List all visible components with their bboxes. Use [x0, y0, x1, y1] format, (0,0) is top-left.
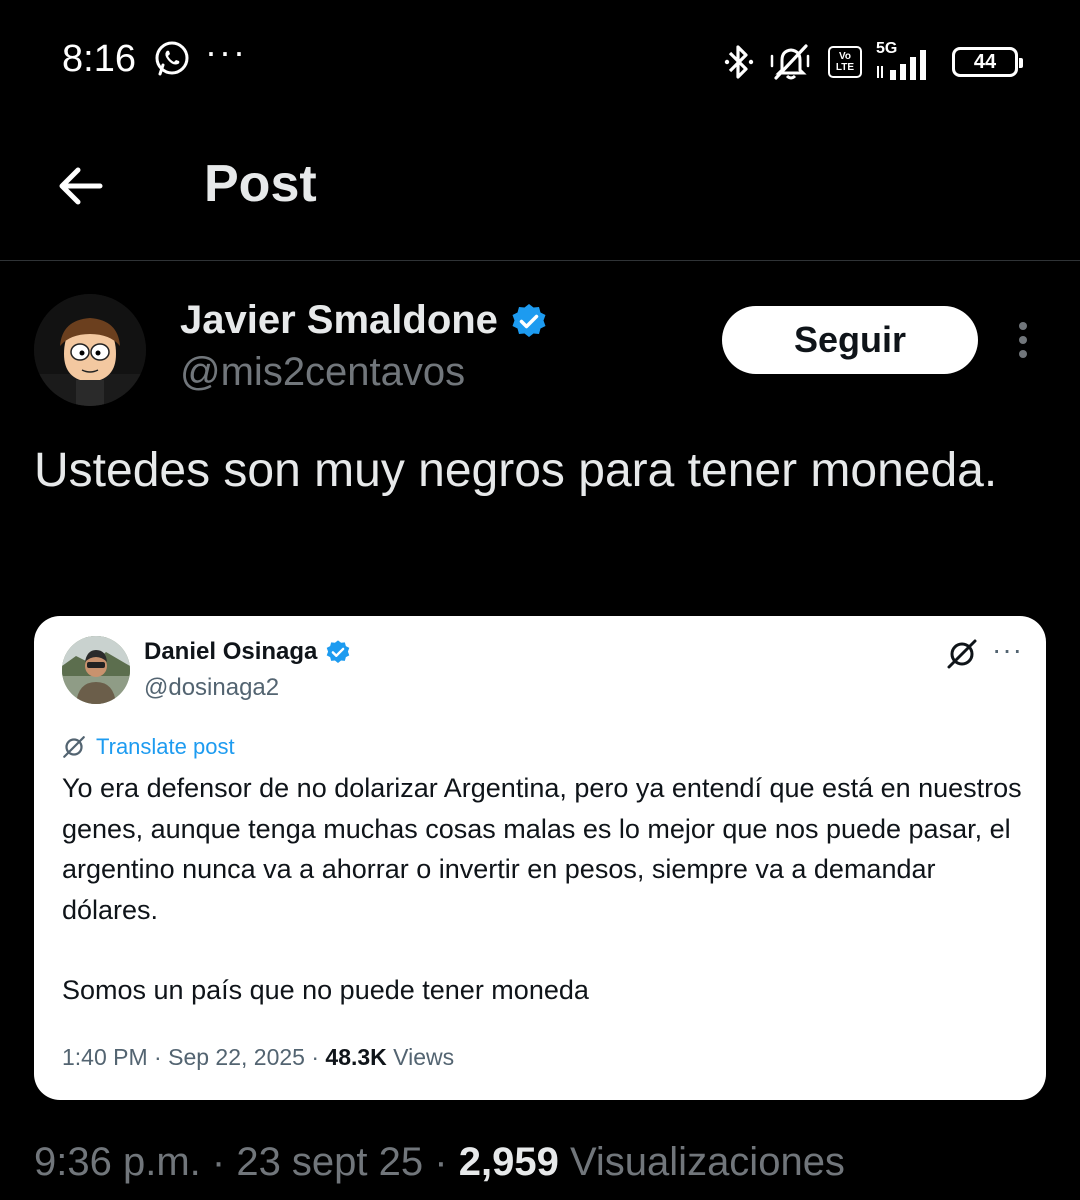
- separator: ·: [154, 1044, 169, 1070]
- author-name-text: Javier Smaldone: [180, 298, 498, 342]
- more-options-icon[interactable]: [1008, 320, 1038, 364]
- post-text: Ustedes son muy negros para tener moneda…: [34, 444, 998, 497]
- quoted-author-name-text: Daniel Osinaga: [144, 638, 318, 665]
- post-date: 23 sept 25: [236, 1140, 424, 1184]
- status-bar: 8:16 ··· Vo LTE 5G 44: [0, 0, 1080, 120]
- bluetooth-icon: [724, 45, 754, 79]
- translate-post-label: Translate post: [96, 734, 235, 759]
- battery-icon: 44: [952, 47, 1023, 77]
- author-avatar[interactable]: [34, 294, 146, 406]
- post-time: 9:36 p.m.: [34, 1140, 201, 1184]
- translate-post-link[interactable]: Translate post: [62, 734, 235, 760]
- verified-badge-icon: [512, 303, 546, 337]
- status-time: 8:16: [62, 38, 136, 80]
- volte-icon: Vo LTE: [828, 46, 862, 78]
- author-name[interactable]: Javier Smaldone: [180, 298, 548, 343]
- whatsapp-icon: [155, 41, 189, 76]
- status-more-indicator: ···: [205, 31, 247, 72]
- separator: ·: [311, 1044, 326, 1070]
- separator: ·: [211, 1140, 237, 1184]
- arrow-left-icon[interactable]: [52, 158, 108, 214]
- quoted-post-card[interactable]: Daniel Osinaga @dosinaga2 ··· Translate …: [34, 616, 1046, 1100]
- 5g-signal-icon: 5G: [876, 40, 938, 82]
- author-handle[interactable]: @mis2centavos: [180, 350, 465, 395]
- grok-icon[interactable]: [946, 638, 978, 670]
- quoted-author-avatar[interactable]: [62, 636, 130, 704]
- status-icons: Vo LTE 5G 44: [724, 40, 1023, 84]
- verified-badge-icon: [327, 640, 350, 663]
- volte-label: Vo LTE: [835, 51, 855, 73]
- quoted-post-time: 1:40 PM: [62, 1044, 148, 1070]
- separator: ·: [434, 1140, 459, 1184]
- follow-button[interactable]: Seguir: [722, 306, 978, 374]
- quoted-views-count: 48.3K: [325, 1044, 387, 1070]
- post-meta: 9:36 p.m. · 23 sept 25 · 2,959 Visualiza…: [34, 1140, 845, 1185]
- quoted-post-date: Sep 22, 2025: [168, 1044, 305, 1070]
- quoted-paragraph-1: Yo era defensor de no dolarizar Argentin…: [62, 773, 1022, 925]
- battery-level: 44: [973, 50, 997, 73]
- views-count[interactable]: 2,959: [459, 1140, 559, 1184]
- views-label[interactable]: Visualizaciones: [570, 1140, 845, 1184]
- quoted-post-meta: 1:40 PM · Sep 22, 2025 · 48.3K Views: [62, 1044, 454, 1071]
- page-title: Post: [204, 155, 317, 213]
- quoted-more-options-icon[interactable]: ···: [992, 634, 1023, 666]
- quoted-author-handle[interactable]: @dosinaga2: [144, 674, 279, 702]
- quoted-avatar-image: [62, 636, 130, 704]
- quoted-paragraph-2: Somos un país que no puede tener moneda: [62, 975, 589, 1005]
- quoted-author-name[interactable]: Daniel Osinaga: [144, 638, 351, 666]
- avatar-image: [34, 294, 146, 406]
- grok-icon: [63, 736, 85, 758]
- quoted-views-label: Views: [393, 1044, 455, 1070]
- quoted-post-text: Yo era defensor de no dolarizar Argentin…: [62, 768, 1032, 1011]
- muted-bell-icon: [770, 44, 810, 80]
- top-app-bar: Post: [0, 120, 1080, 261]
